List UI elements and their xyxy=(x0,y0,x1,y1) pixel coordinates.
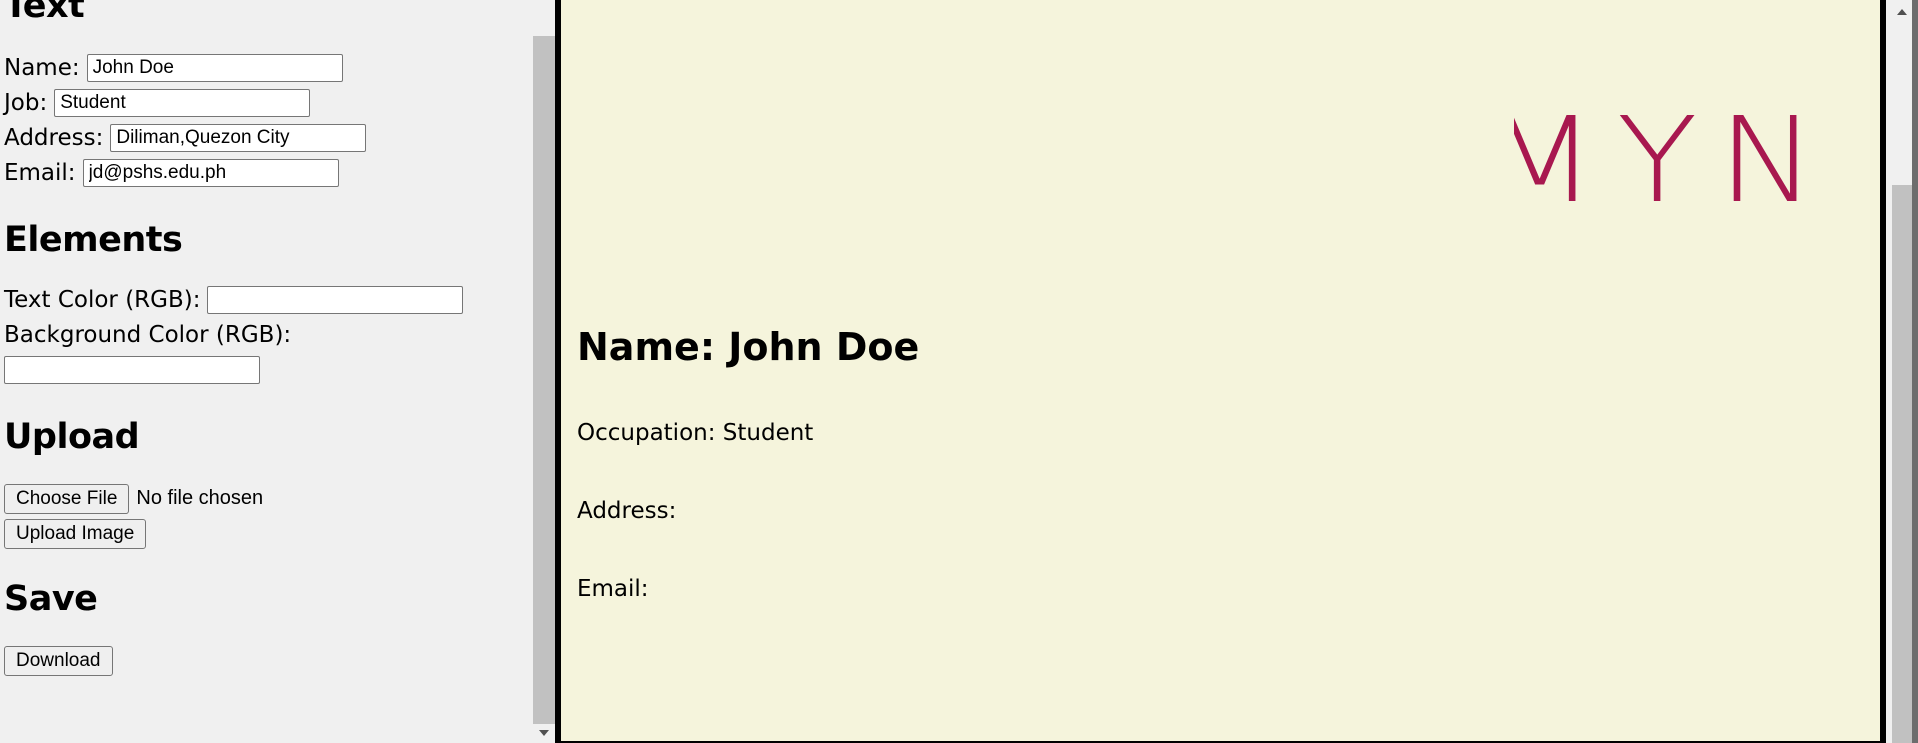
upload-section-heading: Upload xyxy=(4,417,140,457)
name-label: Name: xyxy=(4,54,80,81)
window-edge xyxy=(1912,0,1918,743)
bg-color-label: Background Color (RGB): xyxy=(4,321,292,348)
file-status-text: No file chosen xyxy=(136,487,264,509)
scroll-down-arrow-icon[interactable] xyxy=(539,730,549,736)
bg-color-input[interactable] xyxy=(4,355,260,384)
text-section-heading: Text xyxy=(4,0,85,26)
card-preview: MYN Name: John Doe Occupation: Student A… xyxy=(555,0,1886,743)
download-row: Download xyxy=(4,643,524,678)
address-row: Address: xyxy=(4,120,524,155)
logo: MYN xyxy=(1514,103,1844,205)
logo-text: MYN xyxy=(1514,103,1837,205)
text-color-label: Text Color (RGB): xyxy=(4,286,201,313)
upload-image-button[interactable]: Upload Image xyxy=(4,518,147,549)
save-section-heading: Save xyxy=(4,579,98,619)
job-input[interactable] xyxy=(54,88,311,117)
scroll-up-arrow-icon[interactable] xyxy=(1897,9,1907,15)
address-input[interactable] xyxy=(110,123,367,152)
page-scrollbar[interactable] xyxy=(1892,0,1912,743)
file-picker-row: Choose File No file chosen xyxy=(4,481,524,516)
elements-section-heading: Elements xyxy=(4,220,183,260)
email-label: Email: xyxy=(4,159,76,186)
editor-scrollbar-thumb[interactable] xyxy=(533,36,555,724)
text-color-input[interactable] xyxy=(207,285,464,314)
preview-address: Address: xyxy=(577,498,677,524)
text-color-row: Text Color (RGB): xyxy=(4,282,524,317)
editor-panel: Text Name: Job: Address: Email: Elements… xyxy=(0,0,533,743)
email-row: Email: xyxy=(4,155,524,190)
job-label: Job: xyxy=(4,89,48,116)
email-input[interactable] xyxy=(82,158,339,187)
preview-email: Email: xyxy=(577,576,649,602)
job-row: Job: xyxy=(4,85,524,120)
bg-color-input-row xyxy=(4,352,524,387)
upload-button-row: Upload Image xyxy=(4,516,524,551)
editor-scrollbar[interactable] xyxy=(533,0,555,743)
preview-name: Name: John Doe xyxy=(577,325,920,369)
download-button[interactable]: Download xyxy=(4,645,113,676)
bg-color-label-row: Background Color (RGB): xyxy=(4,317,524,352)
name-input[interactable] xyxy=(86,53,343,82)
page-scrollbar-thumb[interactable] xyxy=(1892,185,1912,743)
choose-file-button[interactable]: Choose File xyxy=(4,483,130,514)
address-label: Address: xyxy=(4,124,104,151)
editor-content: Text Name: Job: Address: Email: Elements… xyxy=(4,0,524,678)
preview-occupation: Occupation: Student xyxy=(577,420,814,446)
name-row: Name: xyxy=(4,50,524,85)
